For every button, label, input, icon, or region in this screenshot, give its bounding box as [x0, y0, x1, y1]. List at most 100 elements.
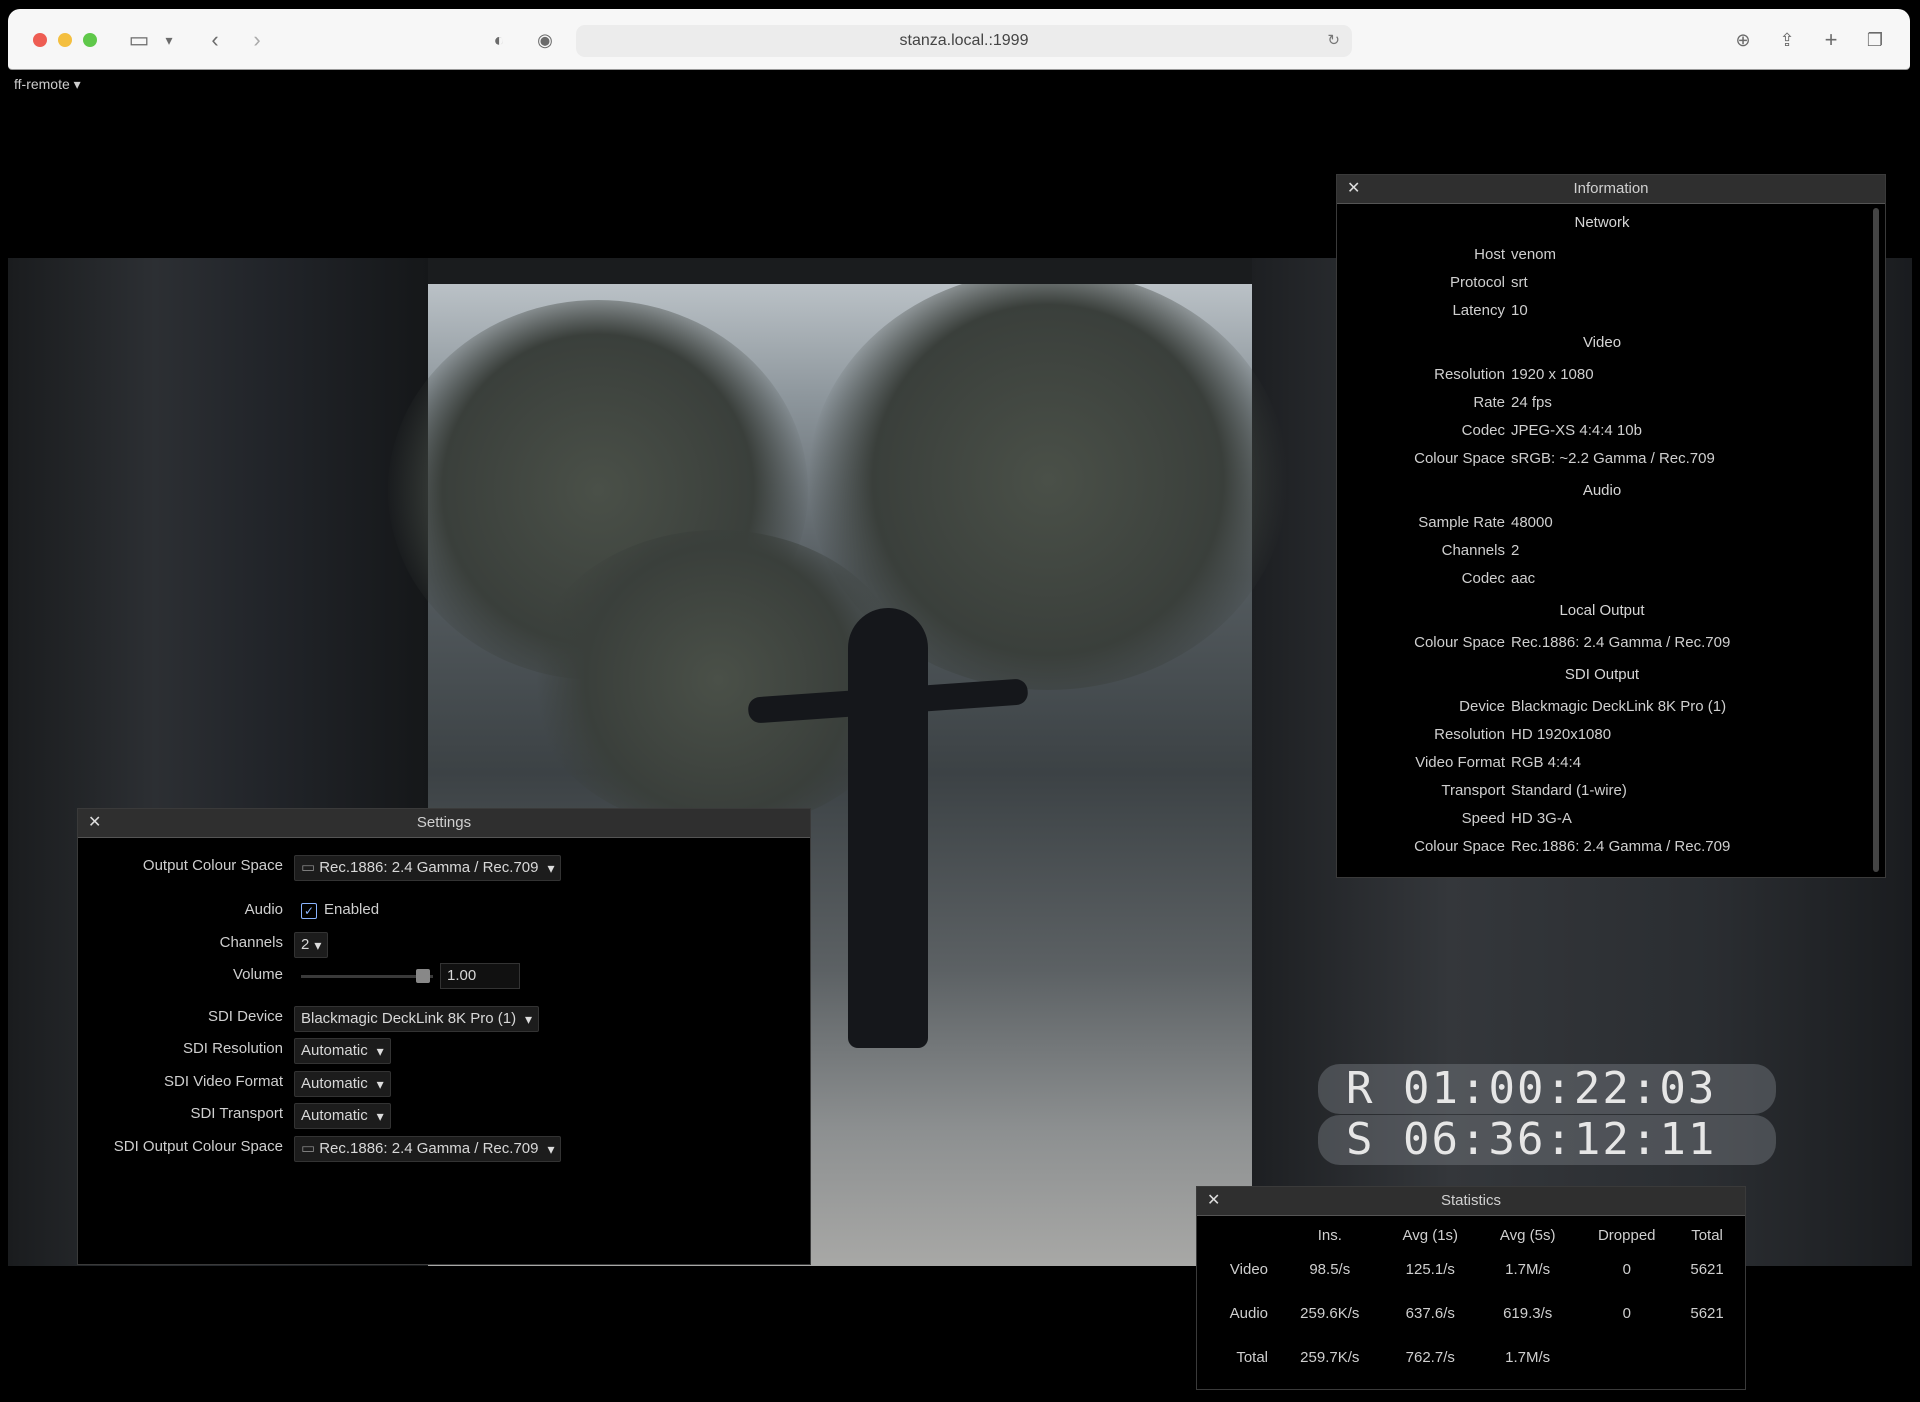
sdi-video-format-select[interactable]: Automatic — [294, 1071, 391, 1097]
info-row: Device Blackmagic DeckLink 8K Pro (1) — [1337, 698, 1726, 715]
table-cell: 5621 — [1690, 1304, 1724, 1322]
sdi-transport-label: SDI Transport — [190, 1105, 283, 1122]
statistics-header-row: Ins. Avg (1s) Avg (5s) Dropped Total — [1197, 1223, 1737, 1247]
info-value: 10 — [1511, 302, 1528, 319]
info-value: Standard (1-wire) — [1511, 782, 1627, 799]
volume-slider[interactable] — [301, 975, 433, 978]
info-key: Codec — [1461, 422, 1505, 439]
zoom-window-button[interactable] — [83, 33, 97, 47]
info-key: Video Format — [1415, 754, 1505, 771]
channels-label: Channels — [219, 934, 283, 951]
table-cell: 1.7M/s — [1505, 1348, 1551, 1366]
output-colour-space-label: Output Colour Space — [142, 857, 283, 874]
info-value: Rec.1886: 2.4 Gamma / Rec.709 — [1511, 838, 1731, 855]
info-key: Codec — [1461, 570, 1505, 587]
info-key: Speed — [1461, 810, 1505, 827]
sdi-resolution-select[interactable]: Automatic — [294, 1038, 391, 1064]
info-row: Video Format RGB 4:4:4 — [1337, 754, 1581, 771]
column-header: Avg (5s) — [1499, 1226, 1556, 1244]
table-cell: 98.5/s — [1309, 1260, 1351, 1278]
sdi-transport-select[interactable]: Automatic — [294, 1103, 391, 1129]
output-colour-space-select[interactable]: ▭ Rec.1886: 2.4 Gamma / Rec.709 — [294, 855, 562, 881]
information-panel: ✕ Information Network Host venom Protocol sr… — [1336, 174, 1886, 878]
plus-icon[interactable]: + — [1818, 27, 1844, 53]
info-row: Latency 10 — [1337, 302, 1528, 319]
info-key: Colour Space — [1414, 450, 1505, 467]
share-icon[interactable]: ⇪ — [1774, 27, 1800, 53]
address-bar[interactable]: stanza.local.:1999 ↻ — [576, 25, 1352, 57]
sdi-device-select[interactable]: Blackmagic DeckLink 8K Pro (1) — [294, 1006, 540, 1032]
row-label: Total — [1236, 1348, 1268, 1366]
info-row: Transport Standard (1-wire) — [1337, 782, 1627, 799]
minimize-window-button[interactable] — [58, 33, 72, 47]
settings-title-bar[interactable]: ✕ Settings — [78, 809, 810, 838]
close-window-button[interactable] — [33, 33, 47, 47]
info-key: Transport — [1441, 782, 1505, 799]
table-cell: 619.3/s — [1503, 1304, 1553, 1322]
download-icon[interactable]: ⊕ — [1730, 27, 1756, 53]
info-key: Resolution — [1434, 366, 1505, 383]
table-row: Total 259.7K/s 762.7/s 1.7M/s — [1197, 1335, 1737, 1379]
info-section-heading: SDI Output — [1564, 666, 1640, 683]
info-value: Rec.1886: 2.4 Gamma / Rec.709 — [1511, 634, 1731, 651]
channels-select[interactable]: 2 — [294, 932, 329, 958]
info-row: Colour Space Rec.1886: 2.4 Gamma / Rec.70… — [1337, 838, 1730, 855]
info-key: Colour Space — [1414, 838, 1505, 855]
information-scrollbar[interactable] — [1873, 208, 1879, 872]
statistics-title: Statistics — [1440, 1192, 1501, 1209]
info-value: 2 — [1511, 542, 1520, 559]
statistics-title-bar[interactable]: ✕ Statistics — [1197, 1187, 1745, 1216]
column-header: Avg (1s) — [1402, 1226, 1459, 1244]
info-section-heading: Video — [1582, 334, 1622, 351]
volume-input[interactable]: 1.00 — [440, 963, 520, 989]
info-row: Channels 2 — [1337, 542, 1520, 559]
app-menu[interactable]: ff-remote ▾ — [14, 76, 81, 93]
chevron-down-icon[interactable]: ▾ — [156, 27, 182, 53]
table-cell: 0 — [1622, 1304, 1631, 1322]
back-arrow-icon[interactable]: ‹ — [202, 27, 228, 53]
info-row: Rate 24 fps — [1337, 394, 1552, 411]
table-cell: 5621 — [1690, 1260, 1724, 1278]
colour-space-icon: ▭ — [301, 1140, 316, 1157]
tabs-overview-icon[interactable]: ❐ — [1862, 27, 1888, 53]
info-value: aac — [1511, 570, 1536, 587]
info-value: 24 fps — [1511, 394, 1552, 411]
column-header: Ins. — [1317, 1226, 1342, 1244]
row-label: Audio — [1229, 1304, 1268, 1322]
table-cell: 259.6K/s — [1300, 1304, 1360, 1322]
close-icon[interactable]: ✕ — [1207, 1187, 1220, 1215]
table-cell — [1677, 1335, 1737, 1379]
info-value: HD 3G-A — [1511, 810, 1572, 827]
info-key: Sample Rate — [1418, 514, 1505, 531]
info-row: Host venom — [1337, 246, 1556, 263]
info-key: Channels — [1441, 542, 1505, 559]
info-row: Protocol srt — [1337, 274, 1528, 291]
audio-enabled-label: Enabled — [324, 901, 380, 918]
table-cell: 0 — [1622, 1260, 1631, 1278]
volume-slider-handle[interactable] — [416, 969, 430, 983]
sdi-output-colour-space-select[interactable]: ▭ Rec.1886: 2.4 Gamma / Rec.709 — [294, 1136, 562, 1162]
information-title-bar[interactable]: ✕ Information — [1337, 175, 1885, 204]
table-cell — [1576, 1335, 1677, 1379]
table-cell: 125.1/s — [1405, 1260, 1455, 1278]
sdi-output-colour-space-label: SDI Output Colour Space — [113, 1138, 283, 1155]
info-row: Sample Rate 48000 — [1337, 514, 1553, 531]
info-value: 48000 — [1511, 514, 1553, 531]
sdi-resolution-label: SDI Resolution — [182, 1040, 283, 1057]
audio-label: Audio — [244, 901, 283, 918]
colour-space-icon: ▭ — [301, 859, 316, 876]
close-icon[interactable]: ✕ — [1347, 175, 1360, 203]
close-icon[interactable]: ✕ — [88, 809, 101, 837]
forward-arrow-icon[interactable]: › — [244, 27, 270, 53]
privacy-report-icon[interactable]: ◉ — [532, 27, 558, 53]
settings-title: Settings — [416, 814, 472, 831]
reload-icon[interactable]: ↻ — [1327, 25, 1340, 57]
info-value: venom — [1511, 246, 1557, 263]
shield-icon[interactable]: ◐ — [486, 27, 512, 53]
info-key: Protocol — [1449, 274, 1505, 291]
info-key: Device — [1459, 698, 1505, 715]
sidebar-icon[interactable]: ▭ — [126, 27, 152, 53]
info-key: Host — [1474, 246, 1505, 263]
sdi-video-format-label: SDI Video Format — [164, 1073, 283, 1090]
audio-enabled-checkbox[interactable]: ✓ — [301, 903, 317, 919]
